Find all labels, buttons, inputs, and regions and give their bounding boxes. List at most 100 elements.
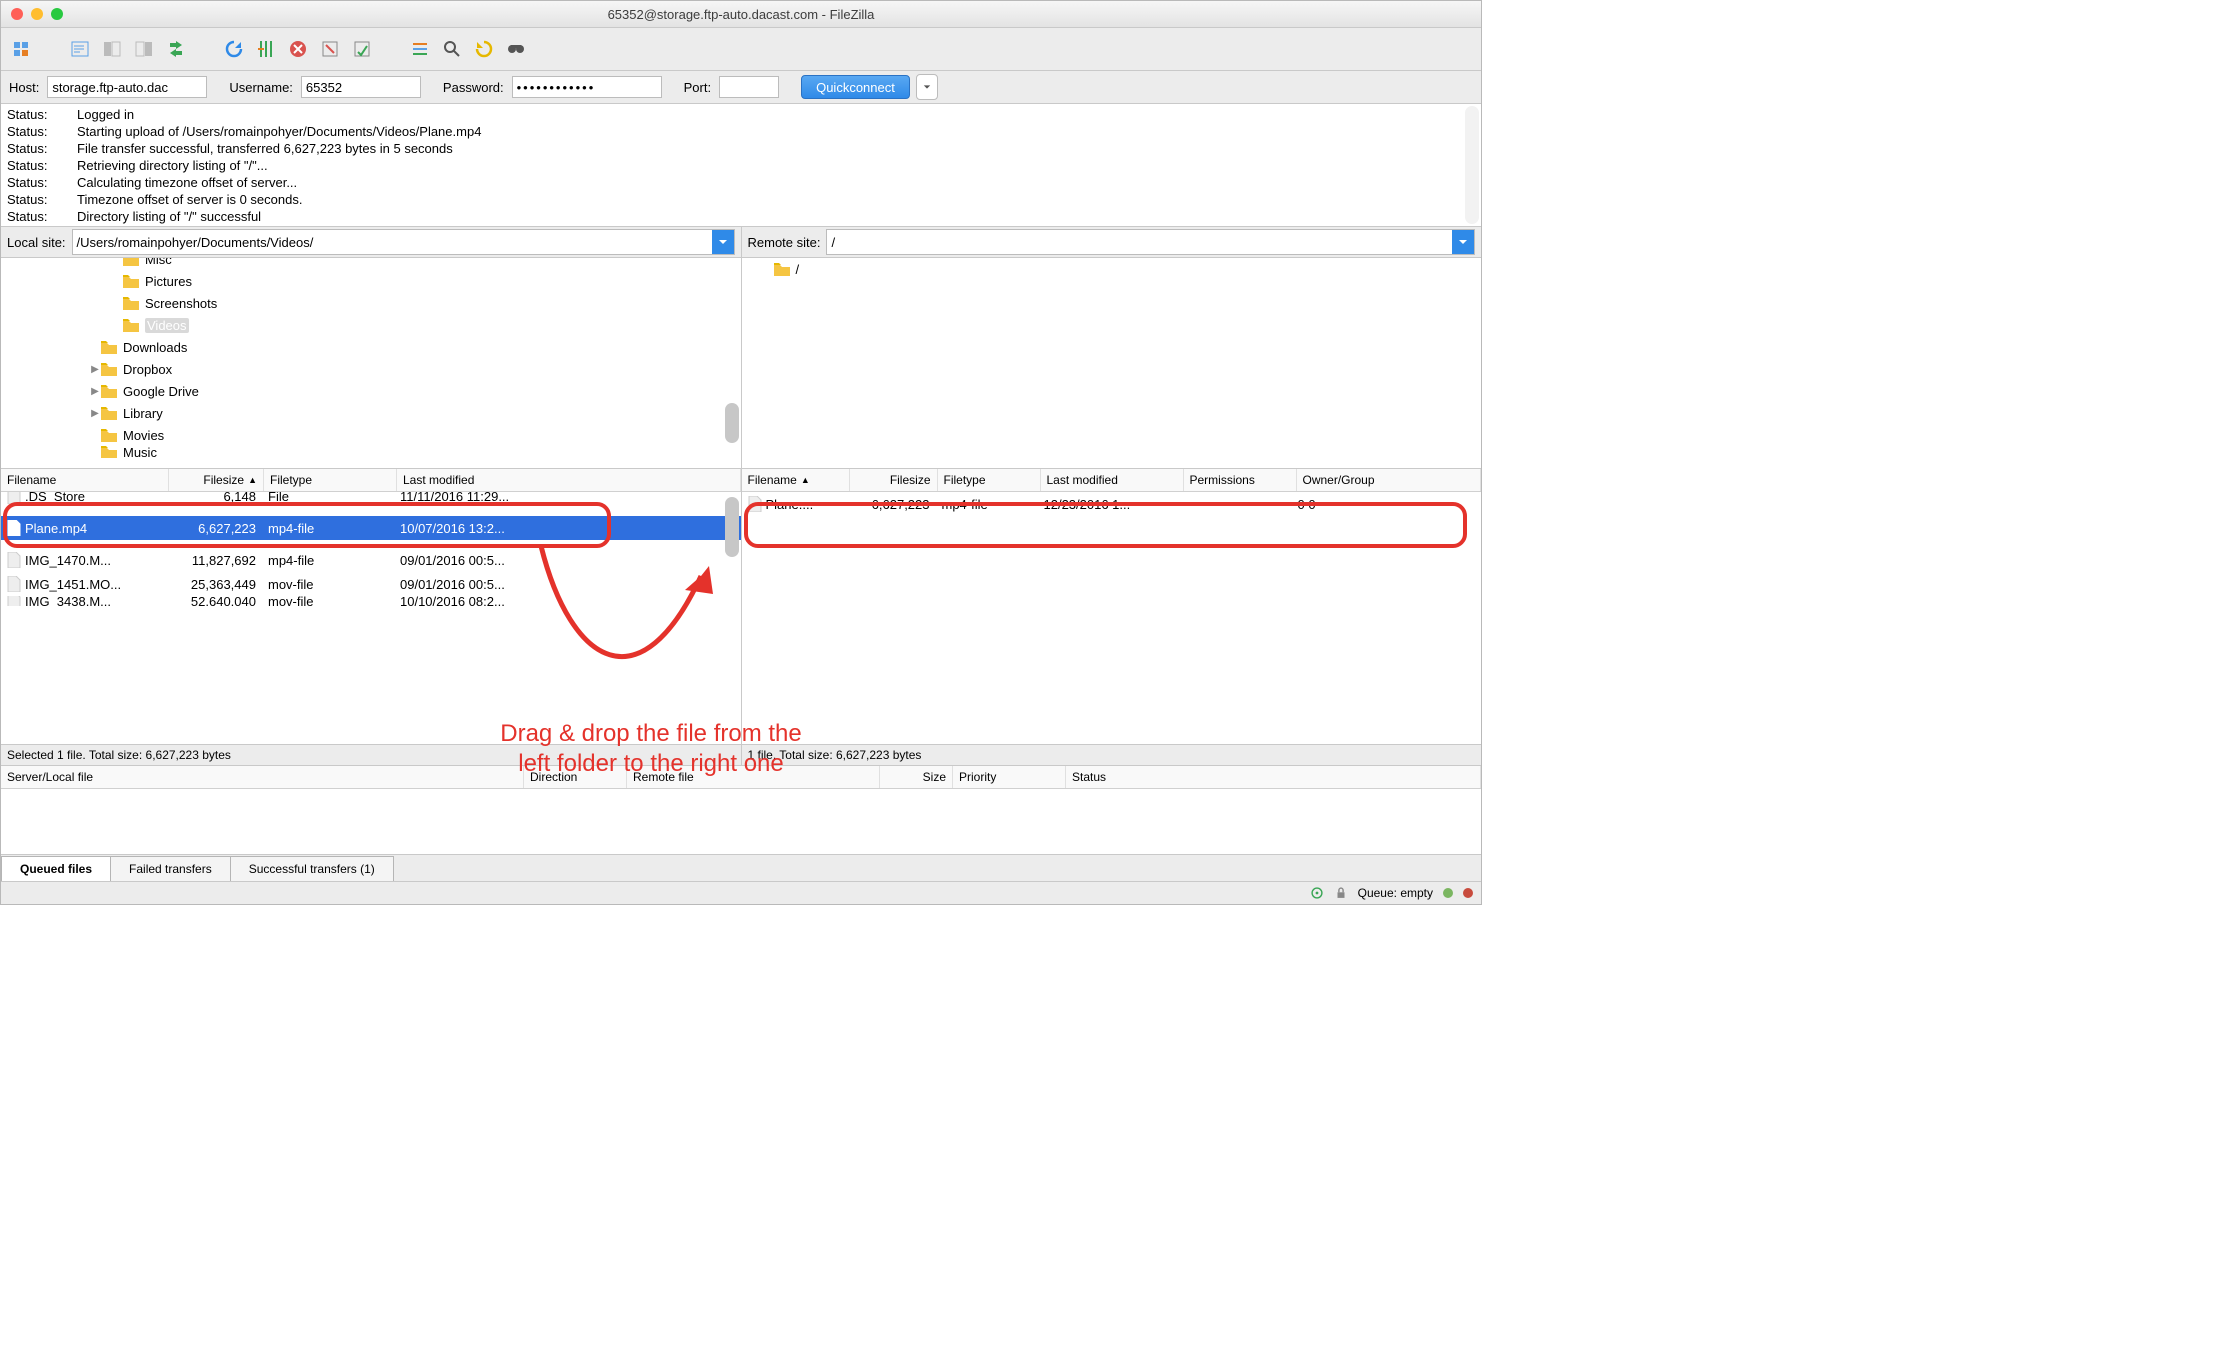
- port-input[interactable]: [719, 76, 779, 98]
- tree-item[interactable]: Videos: [1, 314, 741, 336]
- disclosure-triangle-icon[interactable]: ▶: [89, 386, 101, 397]
- refresh-button[interactable]: [219, 34, 249, 64]
- col-lastmod[interactable]: Last modified: [397, 469, 741, 491]
- tree-item[interactable]: Screenshots: [1, 292, 741, 314]
- remote-file-status: 1 file. Total size: 6,627,223 bytes: [742, 744, 1482, 765]
- file-row[interactable]: Plane....6,627,223mp4-file12/23/2016 1..…: [742, 492, 1482, 516]
- tree-item[interactable]: Misc: [1, 258, 741, 270]
- file-name: Plane.mp4: [25, 521, 87, 536]
- col-owner[interactable]: Owner/Group: [1297, 469, 1482, 491]
- queue-body[interactable]: [1, 789, 1481, 854]
- dropdown-icon[interactable]: [712, 230, 734, 254]
- tree-item[interactable]: Downloads: [1, 336, 741, 358]
- toggle-local-tree-button[interactable]: [97, 34, 127, 64]
- col-filesize[interactable]: Filesize: [850, 469, 938, 491]
- username-label: Username:: [229, 80, 293, 95]
- file-name: IMG_1470.M...: [25, 553, 111, 568]
- local-site-combo[interactable]: /Users/romainpohyer/Documents/Videos/: [72, 229, 735, 255]
- remote-file-header: Filename▲ Filesize Filetype Last modifie…: [742, 469, 1482, 492]
- qcol-status[interactable]: Status: [1066, 766, 1481, 788]
- tree-item-label: Dropbox: [123, 362, 172, 377]
- file-row[interactable]: IMG_3438.M...52,640,040mov-file10/10/201…: [1, 596, 741, 606]
- disconnect-button[interactable]: [315, 34, 345, 64]
- sync-browse-button[interactable]: [501, 34, 531, 64]
- local-file-scrollbar[interactable]: [725, 493, 739, 763]
- col-filesize[interactable]: Filesize▲: [169, 469, 264, 491]
- disclosure-triangle-icon[interactable]: ▶: [89, 408, 101, 419]
- qcol-priority[interactable]: Priority: [953, 766, 1066, 788]
- password-input[interactable]: [512, 76, 662, 98]
- sort-asc-icon: ▲: [248, 475, 257, 485]
- toggle-remote-tree-button[interactable]: [129, 34, 159, 64]
- remote-file-rows[interactable]: Plane....6,627,223mp4-file12/23/2016 1..…: [742, 492, 1482, 744]
- file-modified: 09/01/2016 00:5...: [394, 553, 586, 568]
- tree-item[interactable]: ▶Library: [1, 402, 741, 424]
- tree-item[interactable]: Movies: [1, 424, 741, 446]
- qcol-remotefile[interactable]: Remote file: [627, 766, 880, 788]
- remote-site-combo[interactable]: /: [826, 229, 1475, 255]
- file-row[interactable]: .DS_Store6,148File11/11/2016 11:29...: [1, 492, 741, 508]
- local-file-rows[interactable]: .DS_Store6,148File11/11/2016 11:29... Pla…: [1, 492, 741, 744]
- tree-item-label: Downloads: [123, 340, 187, 355]
- message-log[interactable]: Status:Logged inStatus:Starting upload o…: [1, 104, 1481, 227]
- file-type: mp4-file: [262, 553, 394, 568]
- search-button[interactable]: [437, 34, 467, 64]
- tree-item[interactable]: ▶ Dropbox: [1, 358, 741, 380]
- file-name: Plane....: [766, 497, 814, 512]
- col-filename[interactable]: Filename: [1, 469, 169, 491]
- tree-item[interactable]: ▶Google Drive: [1, 380, 741, 402]
- remote-site-path: /: [831, 235, 835, 250]
- file-row[interactable]: IMG_1470.M...11,827,692mp4-file09/01/201…: [1, 548, 741, 572]
- quickconnect-button[interactable]: Quickconnect: [801, 75, 910, 99]
- tree-item[interactable]: /: [742, 258, 1482, 280]
- username-input[interactable]: [301, 76, 421, 98]
- col-lastmod[interactable]: Last modified: [1041, 469, 1184, 491]
- log-message: Starting upload of /Users/romainpohyer/D…: [77, 123, 481, 140]
- file-row[interactable]: IMG_1451.MO...25,363,449mov-file09/01/20…: [1, 572, 741, 596]
- col-filename[interactable]: Filename▲: [742, 469, 850, 491]
- qcol-localfile[interactable]: Server/Local file: [1, 766, 524, 788]
- tree-item-label: Pictures: [145, 274, 192, 289]
- tab-successful-transfers[interactable]: Successful transfers (1): [230, 856, 394, 881]
- log-message: Timezone offset of server is 0 seconds.: [77, 191, 302, 208]
- reconnect-button[interactable]: [347, 34, 377, 64]
- disclosure-triangle-icon[interactable]: ▶: [89, 364, 101, 375]
- file-row[interactable]: Plane.mp46,627,223mp4-file10/07/2016 13:…: [1, 516, 741, 540]
- qcol-direction[interactable]: Direction: [524, 766, 627, 788]
- local-file-list: Filename Filesize▲ Filetype Last modifie…: [1, 469, 741, 765]
- log-message: Logged in: [77, 106, 134, 123]
- qcol-size[interactable]: Size: [880, 766, 953, 788]
- tree-item[interactable]: Pictures: [1, 270, 741, 292]
- site-manager-button[interactable]: [7, 34, 37, 64]
- compare-button[interactable]: [469, 34, 499, 64]
- tab-failed-transfers[interactable]: Failed transfers: [110, 856, 231, 881]
- tree-item-label: Movies: [123, 428, 164, 443]
- lock-icon: [1334, 886, 1348, 900]
- quickconnect-bar: Host: Username: Password: Port: Quickcon…: [1, 71, 1481, 104]
- quickconnect-history-dropdown[interactable]: [916, 74, 938, 100]
- file-size: 25,363,449: [168, 577, 262, 592]
- remote-site-label: Remote site:: [748, 235, 821, 250]
- tab-queued-files[interactable]: Queued files: [1, 856, 111, 881]
- col-filetype[interactable]: Filetype: [264, 469, 397, 491]
- remote-tree[interactable]: /: [742, 258, 1482, 469]
- local-tree-scrollbar[interactable]: [725, 260, 739, 466]
- dropdown-icon[interactable]: [1452, 230, 1474, 254]
- file-modified: 10/10/2016 08:2...: [394, 596, 586, 606]
- local-tree[interactable]: Misc Pictures Screenshots Videos Downloads ▶ D…: [1, 258, 741, 469]
- tree-item[interactable]: Music: [1, 446, 741, 458]
- tree-item-label: Videos: [145, 318, 189, 333]
- process-queue-button[interactable]: [251, 34, 281, 64]
- log-scrollbar[interactable]: [1465, 106, 1479, 224]
- port-label: Port:: [684, 80, 711, 95]
- activity-led-1: [1443, 888, 1453, 898]
- cancel-button[interactable]: [283, 34, 313, 64]
- col-filetype[interactable]: Filetype: [938, 469, 1041, 491]
- filter-button[interactable]: [405, 34, 435, 64]
- col-permissions[interactable]: Permissions: [1184, 469, 1297, 491]
- titlebar: 65352@storage.ftp-auto.dacast.com - File…: [1, 1, 1481, 28]
- host-input[interactable]: [47, 76, 207, 98]
- toggle-queue-button[interactable]: [161, 34, 191, 64]
- log-label: Status:: [7, 157, 77, 174]
- toggle-log-button[interactable]: [65, 34, 95, 64]
